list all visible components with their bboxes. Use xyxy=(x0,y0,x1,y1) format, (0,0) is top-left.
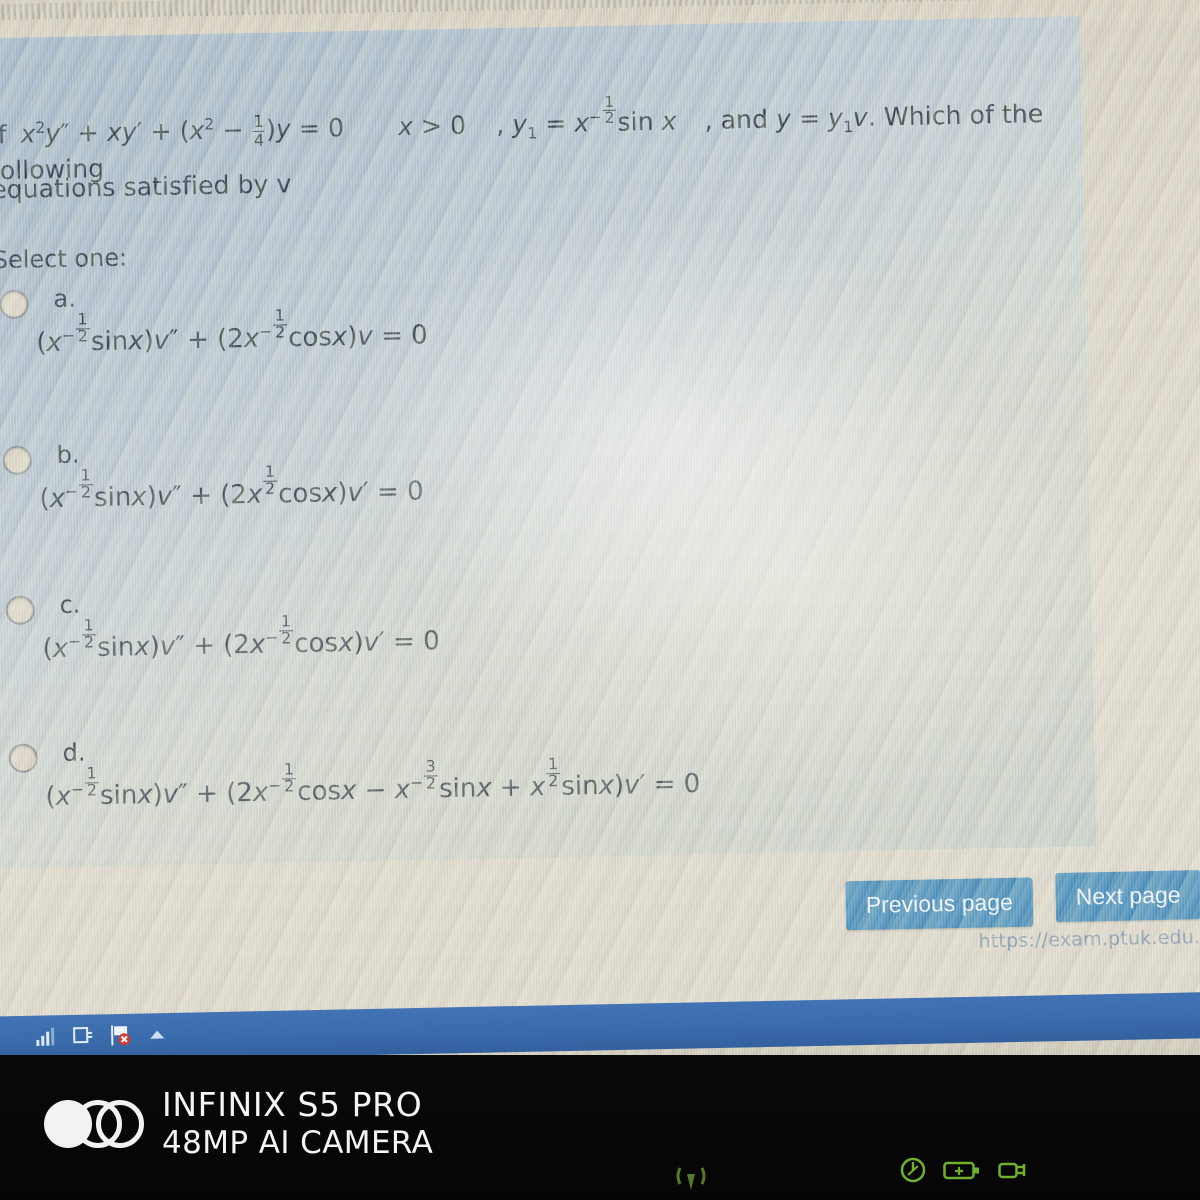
option-d-letter: d. xyxy=(62,738,86,767)
radio-button-b[interactable] xyxy=(2,445,33,476)
status-bar-url: https://exam.ptuk.edu.ps xyxy=(978,925,1200,953)
option-b[interactable]: b. (x− 1 2 sinx)v″ + (2x 1 2 cosx)v′ = 0 xyxy=(0,424,1088,514)
question-domain: x > 0 xyxy=(397,110,475,142)
watermark-model: INFINIX S5 PRO xyxy=(162,1085,423,1124)
radio-button-d[interactable] xyxy=(8,743,38,774)
flag-error-icon[interactable] xyxy=(110,1024,134,1046)
option-c-letter: c. xyxy=(59,590,81,619)
option-b-letter: b. xyxy=(56,440,80,469)
quiz-question-panel: If x2y″ + xy′ + (x2 − 1 4)y = 0 x > 0 , y… xyxy=(0,16,1097,869)
option-c-equation: (x− 1 2 sinx)v″ + (2x− 1 2 cosx)v′ = 0 xyxy=(42,612,441,665)
option-c[interactable]: c. (x− 1 2 sinx)v″ + (2x− 1 2 cosx)v′ = 0 xyxy=(0,574,1091,664)
option-a-letter: a. xyxy=(53,284,77,314)
laptop-screen: If x2y″ + xy′ + (x2 − 1 4)y = 0 x > 0 , y… xyxy=(0,0,1200,1084)
power-led xyxy=(900,1157,926,1183)
battery-led xyxy=(943,1161,979,1180)
next-page-button[interactable]: Next page xyxy=(1055,870,1200,923)
photograph-of-laptop-screen: If x2y″ + xy′ + (x2 − 1 4)y = 0 x > 0 , y… xyxy=(0,0,1200,1200)
question-prefix: If xyxy=(0,120,7,150)
show-hidden-icons-chevron[interactable] xyxy=(150,1030,165,1039)
radio-button-c[interactable] xyxy=(5,595,36,626)
watermark-camera: 48MP AI CAMERA xyxy=(162,1124,434,1161)
system-tray[interactable] xyxy=(36,1023,165,1048)
option-a[interactable]: a. (x− 1 2 sinx)v″ + (2x− 1 2 cosx)v = 0 xyxy=(0,268,1085,358)
wireless-led xyxy=(676,1167,706,1190)
signal-bars-icon[interactable] xyxy=(36,1027,56,1046)
status-led-row xyxy=(900,1157,1032,1183)
option-a-equation: (x− 1 2 sinx)v″ + (2x− 1 2 cosx)v = 0 xyxy=(36,306,428,359)
network-plug-icon[interactable] xyxy=(72,1026,94,1046)
question-y1: , y1 = x− 1 2 sin x xyxy=(495,92,677,143)
camera-watermark: INFINIX S5 PRO 48MP AI CAMERA xyxy=(44,1085,434,1162)
question-text-line2: equations satisfied by v xyxy=(0,169,292,205)
option-d-equation: (x− 1 2 sinx)v″ + (2x− 1 2 cosx − x− 3 2 sinx + x… xyxy=(45,755,701,813)
previous-page-button[interactable]: Previous page xyxy=(845,877,1034,931)
select-one-label: Select one: xyxy=(0,243,128,275)
charging-plug-led xyxy=(998,1162,1026,1179)
radio-button-a[interactable] xyxy=(0,289,29,320)
option-b-equation: (x− 1 2 sinx)v″ + (2x 1 2 cosx)v′ = 0 xyxy=(39,462,424,515)
option-d[interactable]: d. (x− 1 2 sinx)v″ + (2x− 1 2 cosx − x− 3 2 sinx … xyxy=(0,722,1094,812)
question-ode: x2y″ + xy′ + (x2 − 1 4)y = 0 xyxy=(20,112,353,150)
infinix-logo-icon xyxy=(44,1098,144,1150)
